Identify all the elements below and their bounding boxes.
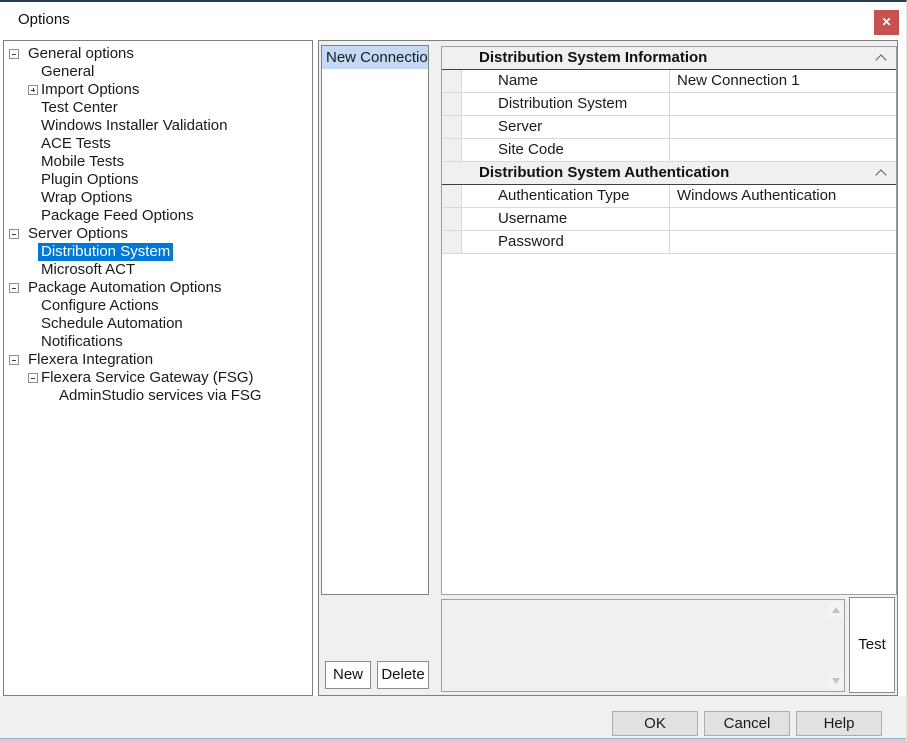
property-row-username: Username: [442, 208, 896, 231]
scroll-down-icon[interactable]: [828, 673, 843, 689]
tree-item-general-options[interactable]: General options: [4, 45, 312, 63]
test-result-text: [446, 603, 824, 688]
tree-item-flexera-integration[interactable]: Flexera Integration: [4, 351, 312, 369]
options-dialog: Options ✕ General options General Import…: [0, 0, 907, 742]
tree-item-wrap-options[interactable]: Wrap Options: [4, 189, 312, 207]
new-connection-button[interactable]: New: [325, 661, 371, 689]
tree-item-configure-actions[interactable]: Configure Actions: [4, 297, 312, 315]
test-result-box: [441, 599, 845, 692]
row-gutter: [442, 116, 462, 138]
row-gutter: [442, 185, 462, 207]
collapse-minus-icon[interactable]: [9, 355, 19, 365]
property-row-server: Server: [442, 116, 896, 139]
window-title: Options: [18, 11, 70, 28]
tree-item-flexera-service-gateway[interactable]: Flexera Service Gateway (FSG): [4, 369, 312, 387]
property-row-distribution-system: Distribution System: [442, 93, 896, 116]
property-grid: Distribution System Information Name New…: [441, 46, 897, 595]
tree-item-test-center[interactable]: Test Center: [4, 99, 312, 117]
tree-item-notifications[interactable]: Notifications: [4, 333, 312, 351]
collapse-minus-icon[interactable]: [28, 373, 38, 383]
tree-item-import-options[interactable]: Import Options: [4, 81, 312, 99]
distribution-system-panel: New Connectio New Delete Distribution Sy…: [318, 40, 898, 696]
section-header-distribution-system-authentication[interactable]: Distribution System Authentication: [442, 162, 896, 185]
chevron-up-icon[interactable]: [875, 54, 886, 65]
property-row-password: Password: [442, 231, 896, 254]
window-bottom-edge: [0, 738, 907, 742]
tree-item-microsoft-act[interactable]: Microsoft ACT: [4, 261, 312, 279]
section-header-distribution-system-information[interactable]: Distribution System Information: [442, 47, 896, 70]
distribution-system-field[interactable]: [670, 93, 896, 115]
tree-item-general[interactable]: General: [4, 63, 312, 81]
row-gutter: [442, 93, 462, 115]
authentication-type-field[interactable]: Windows Authentication: [670, 185, 896, 207]
row-gutter: [442, 139, 462, 161]
delete-connection-button[interactable]: Delete: [377, 661, 429, 689]
tree-item-adminstudio-services-via-fsg[interactable]: AdminStudio services via FSG: [4, 387, 312, 405]
username-field[interactable]: [670, 208, 896, 230]
tree-item-windows-installer-validation[interactable]: Windows Installer Validation: [4, 117, 312, 135]
tree-item-package-feed-options[interactable]: Package Feed Options: [4, 207, 312, 225]
connection-list-item[interactable]: New Connectio: [322, 46, 428, 69]
section-title: Distribution System Authentication: [479, 164, 729, 181]
tree-item-server-options[interactable]: Server Options: [4, 225, 312, 243]
collapse-minus-icon[interactable]: [9, 283, 19, 293]
close-icon[interactable]: ✕: [874, 10, 899, 35]
property-row-authentication-type: Authentication Type Windows Authenticati…: [442, 185, 896, 208]
password-field[interactable]: [670, 231, 896, 253]
expand-plus-icon[interactable]: [28, 85, 38, 95]
row-gutter: [442, 70, 462, 92]
help-button[interactable]: Help: [796, 711, 882, 736]
collapse-minus-icon[interactable]: [9, 229, 19, 239]
test-button[interactable]: Test: [849, 597, 895, 693]
tree-item-package-automation-options[interactable]: Package Automation Options: [4, 279, 312, 297]
tree-item-schedule-automation[interactable]: Schedule Automation: [4, 315, 312, 333]
name-field[interactable]: New Connection 1: [670, 70, 896, 92]
row-gutter: [442, 231, 462, 253]
tree-item-ace-tests[interactable]: ACE Tests: [4, 135, 312, 153]
collapse-minus-icon[interactable]: [9, 49, 19, 59]
dialog-footer: OK Cancel Help: [0, 696, 907, 738]
row-gutter: [442, 208, 462, 230]
property-row-name: Name New Connection 1: [442, 70, 896, 93]
connection-list: New Connectio: [321, 45, 429, 595]
cancel-button[interactable]: Cancel: [704, 711, 790, 736]
ok-button[interactable]: OK: [612, 711, 698, 736]
site-code-field[interactable]: [670, 139, 896, 161]
tree-item-plugin-options[interactable]: Plugin Options: [4, 171, 312, 189]
title-bar: Options ✕: [0, 2, 906, 40]
options-tree: General options General Import Options T…: [3, 40, 313, 696]
chevron-up-icon[interactable]: [875, 169, 886, 180]
scrollbar: [827, 600, 844, 691]
tree-item-distribution-system[interactable]: Distribution System: [4, 243, 312, 261]
scroll-up-icon[interactable]: [828, 602, 843, 618]
tree-item-mobile-tests[interactable]: Mobile Tests: [4, 153, 312, 171]
section-title: Distribution System Information: [479, 49, 707, 66]
server-field[interactable]: [670, 116, 896, 138]
property-row-site-code: Site Code: [442, 139, 896, 162]
